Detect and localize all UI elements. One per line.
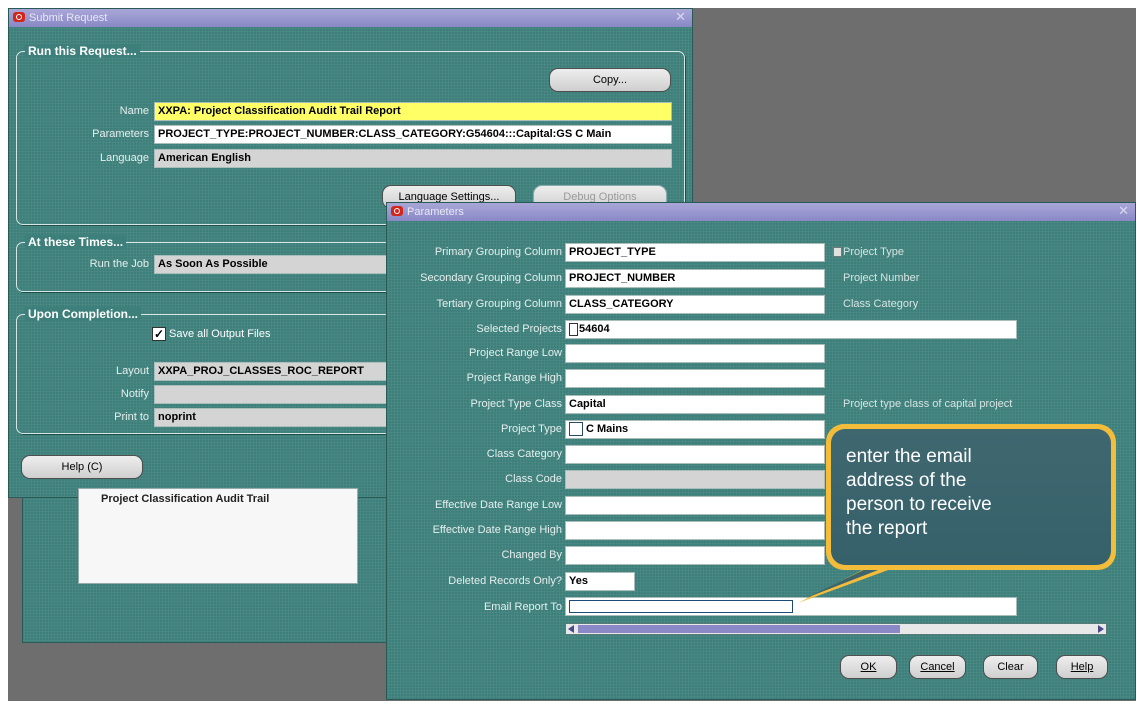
parameters-field[interactable]: PROJECT_TYPE:PROJECT_NUMBER:CLASS_CATEGO… — [154, 125, 672, 144]
language-label: Language — [100, 152, 149, 164]
primary-grouping-hint: Project Type — [843, 246, 904, 258]
effective-date-high-field[interactable] — [565, 521, 825, 540]
project-type-label: Project Type — [501, 423, 562, 435]
project-range-low-field[interactable] — [565, 344, 825, 363]
project-type-class-field[interactable]: Capital — [565, 395, 825, 414]
secondary-grouping-hint: Project Number — [843, 272, 920, 284]
run-job-field[interactable]: As Soon As Possible — [154, 255, 404, 274]
primary-grouping-field[interactable]: PROJECT_TYPE — [565, 243, 825, 262]
project-range-high-label: Project Range High — [466, 372, 562, 384]
background-text-box: Project Classification Audit Trail — [78, 488, 358, 584]
group-title: Upon Completion... — [25, 307, 141, 321]
project-range-high-field[interactable] — [565, 369, 825, 388]
callout-text: enter the email address of the person to… — [846, 446, 992, 539]
window-title: Parameters — [407, 206, 464, 218]
close-icon[interactable]: ✕ — [1118, 203, 1129, 221]
language-field[interactable]: American English — [154, 149, 672, 168]
horizontal-scrollbar[interactable] — [565, 623, 1107, 635]
email-report-to-input[interactable] — [569, 600, 793, 613]
clear-button-label: Clear — [997, 661, 1024, 673]
effective-date-low-field[interactable] — [565, 496, 825, 515]
class-category-field[interactable] — [565, 445, 825, 464]
class-code-field[interactable] — [565, 470, 825, 489]
parameters-titlebar[interactable]: Parameters ✕ — [387, 203, 1135, 221]
close-icon[interactable]: ✕ — [675, 9, 686, 27]
help-button-label: Help (C) — [61, 461, 103, 473]
class-category-label: Class Category — [486, 448, 562, 460]
callout-inner: enter the email address of the person to… — [831, 429, 1111, 565]
changed-by-field[interactable] — [565, 546, 825, 565]
name-field[interactable]: XXPA: Project Classification Audit Trail… — [154, 102, 672, 121]
text-selection-box — [569, 422, 583, 437]
secondary-grouping-label: Secondary Grouping Column — [420, 272, 562, 284]
selected-projects-field[interactable]: 54604 — [565, 320, 1017, 339]
layout-label: Layout — [115, 365, 149, 377]
group-title: Run this Request... — [25, 44, 140, 58]
save-output-label: Save all Output Files — [169, 328, 271, 340]
project-type-field[interactable]: C Mains — [565, 420, 825, 439]
group-title: At these Times... — [25, 235, 127, 249]
project-type-class-hint: Project type class of capital project — [843, 398, 1013, 410]
class-code-label: Class Code — [505, 473, 562, 485]
layout-field[interactable]: XXPA_PROJ_CLASSES_ROC_REPORT — [154, 362, 404, 381]
project-type-value: C Mains — [586, 423, 629, 435]
project-range-low-label: Project Range Low — [469, 347, 562, 359]
selected-projects-label: Selected Projects — [476, 323, 562, 335]
email-report-to-label: Email Report To — [483, 601, 562, 613]
ok-button-label: OK — [860, 661, 877, 673]
background-text: Project Classification Audit Trail — [101, 493, 270, 505]
list-of-values-icon[interactable] — [833, 247, 842, 257]
cursor-marker — [569, 322, 578, 336]
notify-label: Notify — [120, 388, 149, 400]
submit-request-titlebar[interactable]: Submit Request ✕ — [9, 9, 692, 27]
secondary-grouping-field[interactable]: PROJECT_NUMBER — [565, 269, 825, 288]
copy-button[interactable]: Copy... — [549, 68, 671, 92]
help-button[interactable]: Help (C) — [21, 455, 143, 479]
selected-projects-value: 54604 — [579, 323, 610, 335]
tertiary-grouping-field[interactable]: CLASS_CATEGORY — [565, 295, 825, 314]
instruction-callout: enter the email address of the person to… — [826, 424, 1116, 570]
save-output-checkbox[interactable]: ✓ — [152, 327, 166, 341]
ok-button[interactable]: OK — [840, 655, 897, 679]
parameters-label: Parameters — [92, 128, 149, 140]
cancel-button[interactable]: Cancel — [909, 655, 966, 679]
clear-button[interactable]: Clear — [983, 655, 1038, 679]
deleted-records-field[interactable]: Yes — [565, 572, 635, 591]
help-params-button-label: Help — [1070, 661, 1094, 673]
run-job-label: Run the Job — [89, 258, 149, 270]
effective-date-low-label: Effective Date Range Low — [435, 499, 562, 511]
tertiary-grouping-hint: Class Category — [843, 298, 919, 310]
scroll-right-arrow-icon[interactable] — [1098, 625, 1104, 633]
notify-field[interactable] — [154, 385, 404, 404]
oracle-logo-icon — [13, 12, 25, 22]
oracle-logo-icon — [391, 206, 403, 216]
tertiary-grouping-label: Tertiary Grouping Column — [436, 298, 562, 310]
changed-by-label: Changed By — [501, 549, 562, 561]
name-label: Name — [119, 105, 149, 117]
scroll-thumb[interactable] — [578, 625, 900, 633]
cancel-button-label: Cancel — [920, 661, 955, 673]
window-title: Submit Request — [29, 12, 108, 24]
effective-date-high-label: Effective Date Range High — [432, 524, 562, 536]
project-type-class-label: Project Type Class — [470, 398, 562, 410]
print-to-label: Print to — [114, 411, 149, 423]
email-report-to-field[interactable] — [565, 597, 1017, 616]
scroll-left-arrow-icon[interactable] — [568, 625, 574, 633]
print-to-field[interactable]: noprint — [154, 408, 404, 427]
deleted-records-label: Deleted Records Only? — [448, 575, 562, 587]
primary-grouping-label: Primary Grouping Column — [434, 246, 562, 258]
help-params-button[interactable]: Help — [1056, 655, 1108, 679]
